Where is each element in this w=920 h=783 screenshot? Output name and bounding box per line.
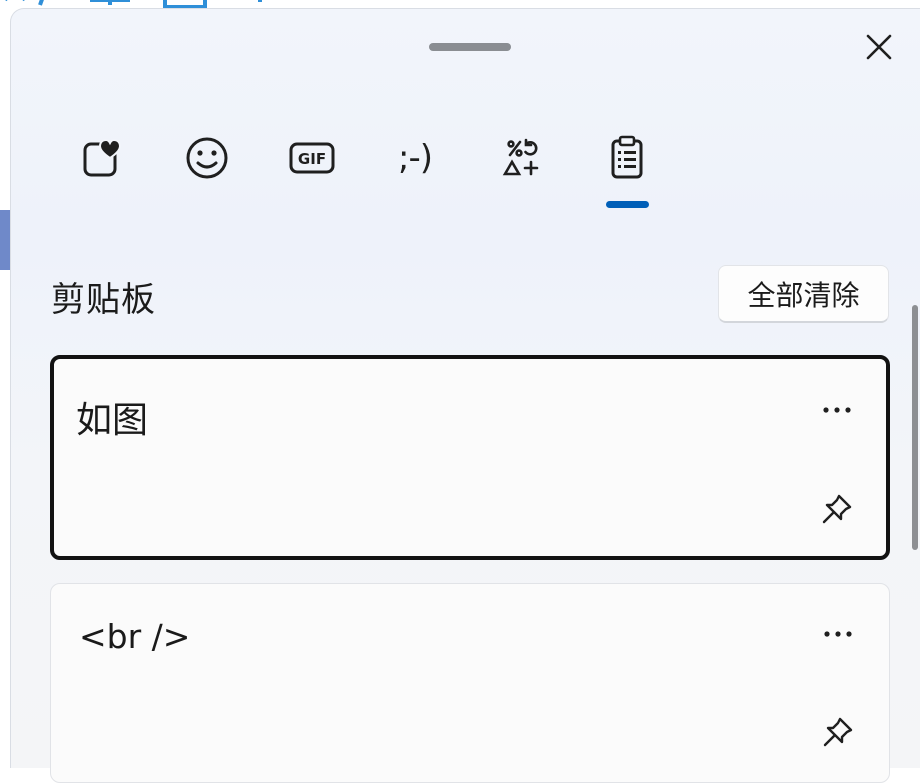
tab-recent[interactable] xyxy=(72,128,132,188)
drag-handle[interactable] xyxy=(429,43,511,51)
more-icon xyxy=(823,407,851,413)
gif-label: GIF xyxy=(298,150,326,168)
tab-kaomoji[interactable]: ;-) xyxy=(385,128,445,188)
clipboard-item[interactable]: <br /> xyxy=(50,583,890,783)
tab-gif[interactable]: GIF xyxy=(282,128,342,188)
smiley-icon xyxy=(186,137,228,179)
pin-button[interactable] xyxy=(817,489,857,529)
gif-icon: GIF xyxy=(289,142,335,174)
more-icon xyxy=(824,631,852,637)
tab-emoji[interactable] xyxy=(177,128,237,188)
clipboard-title: 剪贴板 xyxy=(51,280,156,320)
kaomoji-icon: ;-) xyxy=(398,138,433,178)
clear-all-button[interactable]: 全部清除 xyxy=(718,265,889,323)
clipboard-item-text: 如图 xyxy=(76,400,149,441)
clipboard-icon xyxy=(611,135,643,179)
background-window-strip xyxy=(0,210,10,270)
more-options-button[interactable] xyxy=(818,619,858,649)
more-options-button[interactable] xyxy=(817,395,857,425)
clipboard-item[interactable]: 如图 xyxy=(50,355,890,560)
pin-button[interactable] xyxy=(818,712,858,752)
pin-icon xyxy=(823,717,853,747)
clipboard-item-text: <br /> xyxy=(79,617,191,656)
scrollbar-thumb[interactable] xyxy=(912,305,918,550)
selected-tab-indicator xyxy=(606,201,649,208)
pin-icon xyxy=(822,494,852,524)
close-icon xyxy=(866,34,892,60)
heart-sticker-icon xyxy=(83,138,122,177)
tab-symbols[interactable] xyxy=(491,128,551,188)
close-button[interactable] xyxy=(858,26,900,68)
symbols-icon xyxy=(502,138,539,176)
tab-clipboard[interactable] xyxy=(597,128,657,188)
